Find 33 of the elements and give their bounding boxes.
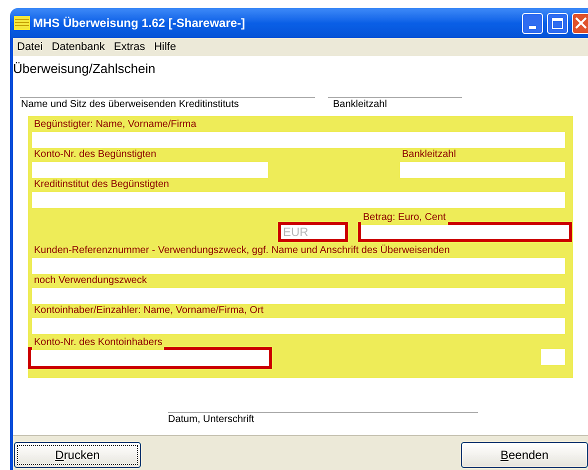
input-field[interactable] [541, 349, 565, 365]
input-field[interactable]: EUR [278, 222, 348, 242]
menu-item[interactable]: Datenbank [52, 38, 105, 56]
menu-item[interactable]: Datei [17, 38, 43, 56]
input-field[interactable] [32, 192, 565, 208]
input-field[interactable] [32, 318, 565, 334]
close-button[interactable] [572, 12, 588, 34]
input-field[interactable] [32, 132, 565, 148]
maximize-button[interactable] [547, 12, 568, 34]
field-label: Kreditinstitut des Begünstigten [33, 178, 170, 192]
input-field[interactable] [32, 258, 565, 274]
field-label: noch Verwendungszweck [33, 274, 148, 288]
input-field[interactable] [32, 288, 565, 304]
field-caption: Bankleitzahl [332, 98, 388, 111]
field-label: Betrag: Euro, Cent [362, 211, 447, 225]
input-field[interactable] [32, 162, 268, 178]
app-icon [14, 16, 30, 30]
menu-item[interactable]: Hilfe [154, 38, 176, 56]
field-label: Kunden-Referenznummer - Verwendungszweck, ggf. Name und Anschrift des Überweisenden [33, 244, 451, 258]
field-label: Kontoinhaber/Einzahler: Name, Vorname/Firma, Ort [33, 304, 265, 318]
field-caption: Datum, Unterschrift [168, 413, 256, 427]
exit-button[interactable]: Beenden [461, 442, 588, 468]
menu-item[interactable]: Extras [114, 38, 146, 56]
field-caption: Name und Sitz des überweisenden Kreditinstituts [20, 98, 240, 111]
print-button[interactable]: Drucken [14, 442, 141, 468]
field-label: Bankleitzahl [401, 148, 457, 162]
field-label: Konto-Nr. des Begünstigten [33, 148, 158, 162]
window-title: MHS Überweisung 1.62 [-Shareware-] [33, 15, 246, 32]
minimize-button[interactable] [522, 12, 543, 34]
form-heading: Überweisung/Zahlschein [13, 61, 156, 76]
field-label: Begünstigter: Name, Vorname/Firma [33, 118, 198, 132]
input-field[interactable] [400, 162, 565, 178]
field-label: Konto-Nr. des Kontoinhabers [33, 336, 164, 350]
